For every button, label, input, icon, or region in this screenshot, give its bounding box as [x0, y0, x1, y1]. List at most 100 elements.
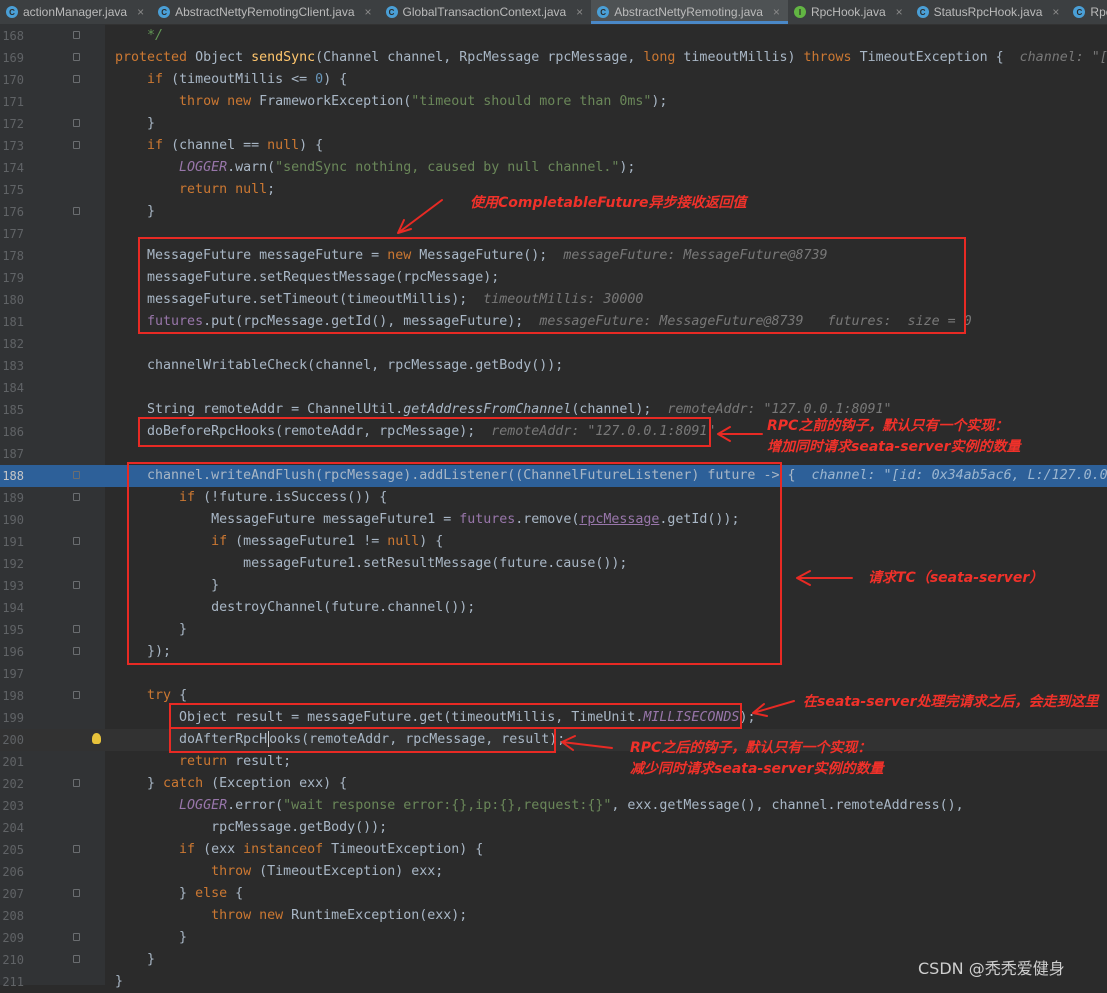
close-icon[interactable]: × — [137, 5, 144, 19]
line-number[interactable]: 196 — [0, 641, 24, 663]
line-number[interactable]: 207 — [0, 883, 24, 905]
line-number[interactable]: 190 — [0, 509, 24, 531]
fold-marker-icon[interactable] — [73, 889, 80, 897]
code-line[interactable]: 207 } else { — [0, 883, 1107, 905]
code-line[interactable]: 169 protected Object sendSync(Channel cha… — [0, 47, 1107, 69]
code-line[interactable]: 195 } — [0, 619, 1107, 641]
line-number[interactable]: 191 — [0, 531, 24, 553]
fold-marker-icon[interactable] — [73, 933, 80, 941]
line-number[interactable]: 194 — [0, 597, 24, 619]
fold-marker-icon[interactable] — [73, 141, 80, 149]
fold-marker-icon[interactable] — [73, 779, 80, 787]
code-line[interactable]: 183 channelWritableCheck(channel, rpcMes… — [0, 355, 1107, 377]
fold-marker-icon[interactable] — [73, 625, 80, 633]
line-number[interactable]: 183 — [0, 355, 24, 377]
code-editor[interactable]: 168 */169 protected Object sendSync(Chann… — [0, 24, 1107, 989]
editor-tab[interactable]: I RpcHook.java × — [788, 0, 911, 24]
line-number[interactable]: 209 — [0, 927, 24, 949]
editor-tab[interactable]: C StatusRpcHook.java × — [911, 0, 1068, 24]
close-icon[interactable]: × — [896, 5, 903, 19]
code-line[interactable]: 180 messageFuture.setTimeout(timeoutMill… — [0, 289, 1107, 311]
code-line[interactable]: 171 throw new FrameworkException("timeou… — [0, 91, 1107, 113]
line-number[interactable]: 192 — [0, 553, 24, 575]
code-line[interactable]: 194 destroyChannel(future.channel()); — [0, 597, 1107, 619]
line-number[interactable]: 205 — [0, 839, 24, 861]
code-line[interactable]: 190 MessageFuture messageFuture1 = futur… — [0, 509, 1107, 531]
code-line[interactable]: 209 } — [0, 927, 1107, 949]
code-line[interactable]: 188 channel.writeAndFlush(rpcMessage).ad… — [0, 465, 1107, 487]
code-line[interactable]: 177 — [0, 223, 1107, 245]
line-number[interactable]: 180 — [0, 289, 24, 311]
code-line[interactable]: 206 throw (TimeoutException) exx; — [0, 861, 1107, 883]
editor-tab[interactable]: C RpcStatu — [1067, 0, 1107, 24]
fold-marker-icon[interactable] — [73, 691, 80, 699]
code-line[interactable]: 181 futures.put(rpcMessage.getId(), mess… — [0, 311, 1107, 333]
code-line[interactable]: 172 } — [0, 113, 1107, 135]
line-number[interactable]: 204 — [0, 817, 24, 839]
editor-tab[interactable]: CactionManager.java × — [0, 0, 152, 24]
code-line[interactable]: 189 if (!future.isSuccess()) { — [0, 487, 1107, 509]
line-number[interactable]: 184 — [0, 377, 24, 399]
fold-marker-icon[interactable] — [73, 493, 80, 501]
code-line[interactable]: 179 messageFuture.setRequestMessage(rpcM… — [0, 267, 1107, 289]
close-icon[interactable]: × — [1052, 5, 1059, 19]
line-number[interactable]: 210 — [0, 949, 24, 971]
line-number[interactable]: 189 — [0, 487, 24, 509]
fold-marker-icon[interactable] — [73, 647, 80, 655]
line-number[interactable]: 177 — [0, 223, 24, 245]
code-line[interactable]: 196 }); — [0, 641, 1107, 663]
code-line[interactable]: 202 } catch (Exception exx) { — [0, 773, 1107, 795]
code-line[interactable]: 204 rpcMessage.getBody()); — [0, 817, 1107, 839]
code-line[interactable]: 203 LOGGER.error("wait response error:{}… — [0, 795, 1107, 817]
fold-marker-icon[interactable] — [73, 955, 80, 963]
editor-tab[interactable]: C GlobalTransactionContext.java × — [380, 0, 592, 24]
line-number[interactable]: 200 — [0, 729, 24, 751]
line-number[interactable]: 181 — [0, 311, 24, 333]
line-number[interactable]: 197 — [0, 663, 24, 685]
line-number[interactable]: 208 — [0, 905, 24, 927]
line-number[interactable]: 195 — [0, 619, 24, 641]
code-line[interactable]: 205 if (exx instanceof TimeoutException)… — [0, 839, 1107, 861]
fold-marker-icon[interactable] — [73, 31, 80, 39]
line-number[interactable]: 173 — [0, 135, 24, 157]
code-line[interactable]: 173 if (channel == null) { — [0, 135, 1107, 157]
line-number[interactable]: 174 — [0, 157, 24, 179]
code-line[interactable]: 201 return result; — [0, 751, 1107, 773]
line-number[interactable]: 198 — [0, 685, 24, 707]
lightbulb-icon[interactable] — [92, 733, 101, 744]
line-number[interactable]: 203 — [0, 795, 24, 817]
line-number[interactable]: 176 — [0, 201, 24, 223]
line-number[interactable]: 199 — [0, 707, 24, 729]
close-icon[interactable]: × — [365, 5, 372, 19]
fold-marker-icon[interactable] — [73, 119, 80, 127]
line-number[interactable]: 168 — [0, 25, 24, 47]
fold-marker-icon[interactable] — [73, 845, 80, 853]
line-number[interactable]: 206 — [0, 861, 24, 883]
line-number[interactable]: 169 — [0, 47, 24, 69]
line-number[interactable]: 211 — [0, 971, 24, 993]
line-number[interactable]: 175 — [0, 179, 24, 201]
line-number[interactable]: 202 — [0, 773, 24, 795]
line-number[interactable]: 201 — [0, 751, 24, 773]
editor-tab[interactable]: C AbstractNettyRemoting.java × — [591, 0, 788, 24]
code-line[interactable]: 182 — [0, 333, 1107, 355]
editor-tab[interactable]: C AbstractNettyRemotingClient.java × — [152, 0, 379, 24]
line-number[interactable]: 188 — [0, 465, 24, 487]
line-number[interactable]: 185 — [0, 399, 24, 421]
code-line[interactable]: 170 if (timeoutMillis <= 0) { — [0, 69, 1107, 91]
close-icon[interactable]: × — [576, 5, 583, 19]
code-line[interactable]: 200 doAfterRpcH ooks(remoteAddr, rpcMessa… — [0, 729, 1107, 751]
line-number[interactable]: 186 — [0, 421, 24, 443]
code-line[interactable]: 191 if (messageFuture1 != null) { — [0, 531, 1107, 553]
fold-marker-icon[interactable] — [73, 537, 80, 545]
line-number[interactable]: 187 — [0, 443, 24, 465]
fold-marker-icon[interactable] — [73, 75, 80, 83]
code-line[interactable]: 178 MessageFuture messageFuture = new Me… — [0, 245, 1107, 267]
line-number[interactable]: 178 — [0, 245, 24, 267]
line-number[interactable]: 179 — [0, 267, 24, 289]
line-number[interactable]: 193 — [0, 575, 24, 597]
fold-marker-icon[interactable] — [73, 471, 80, 479]
line-number[interactable]: 170 — [0, 69, 24, 91]
line-number[interactable]: 182 — [0, 333, 24, 355]
code-line[interactable]: 174 LOGGER.warn("sendSync nothing, cause… — [0, 157, 1107, 179]
